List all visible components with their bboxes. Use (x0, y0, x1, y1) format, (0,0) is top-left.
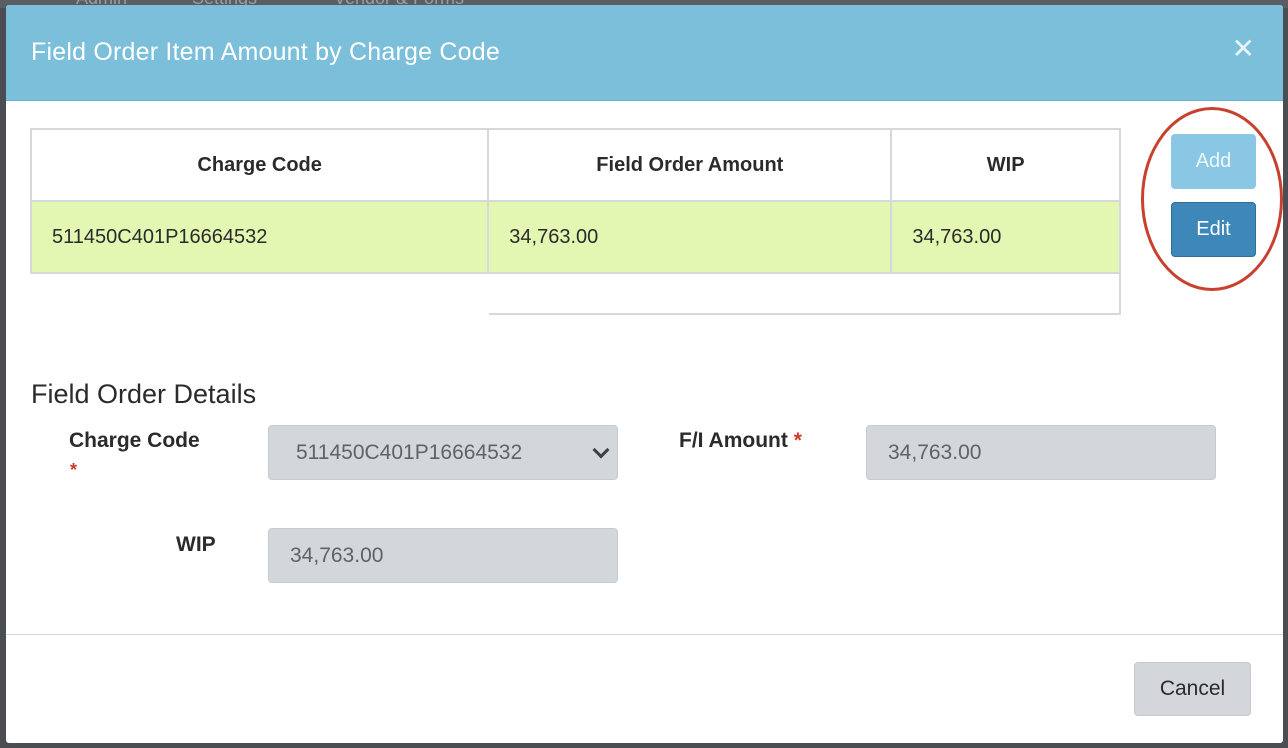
fi-amount-label-text: F/I Amount (679, 429, 788, 452)
footer-divider (6, 634, 1283, 635)
details-title: Field Order Details (31, 379, 257, 409)
charge-code-select-value: 511450C401P16664532 (296, 440, 523, 464)
close-icon[interactable]: ✕ (1232, 35, 1255, 63)
cell-field-order-amount[interactable]: 34,763.00 (487, 200, 893, 274)
fi-amount-field[interactable]: 34,763.00 (866, 425, 1216, 480)
modal-title: Field Order Item Amount by Charge Code (31, 38, 500, 66)
cancel-button[interactable]: Cancel (1134, 662, 1251, 716)
charge-code-label: Charge Code (69, 429, 200, 452)
table-row[interactable]: 511450C401P16664532 34,763.00 34,763.00 (29, 200, 1121, 274)
modal-header: Field Order Item Amount by Charge Code ✕ (6, 5, 1283, 101)
cell-charge-code[interactable]: 511450C401P16664532 (29, 200, 490, 274)
required-marker: * (793, 429, 802, 452)
add-button[interactable]: Add (1171, 134, 1256, 189)
column-header-charge-code[interactable]: Charge Code (29, 128, 490, 202)
wip-label: WIP (176, 533, 216, 556)
charge-code-modal: Field Order Item Amount by Charge Code ✕… (6, 5, 1283, 743)
wip-field[interactable]: 34,763.00 (268, 528, 618, 583)
charge-code-table: Charge Code Field Order Amount WIP 51145… (29, 128, 1121, 274)
required-marker: * (70, 460, 78, 480)
fi-amount-label: F/I Amount * (679, 429, 802, 453)
cell-wip[interactable]: 34,763.00 (890, 200, 1121, 274)
table-footer (489, 274, 1121, 315)
table-header-row: Charge Code Field Order Amount WIP (29, 128, 1121, 202)
column-header-wip[interactable]: WIP (890, 128, 1121, 202)
edit-button[interactable]: Edit (1171, 202, 1256, 257)
column-header-field-order-amount[interactable]: Field Order Amount (487, 128, 893, 202)
charge-code-select[interactable]: 511450C401P16664532 (268, 425, 618, 480)
chevron-down-icon (592, 441, 610, 459)
